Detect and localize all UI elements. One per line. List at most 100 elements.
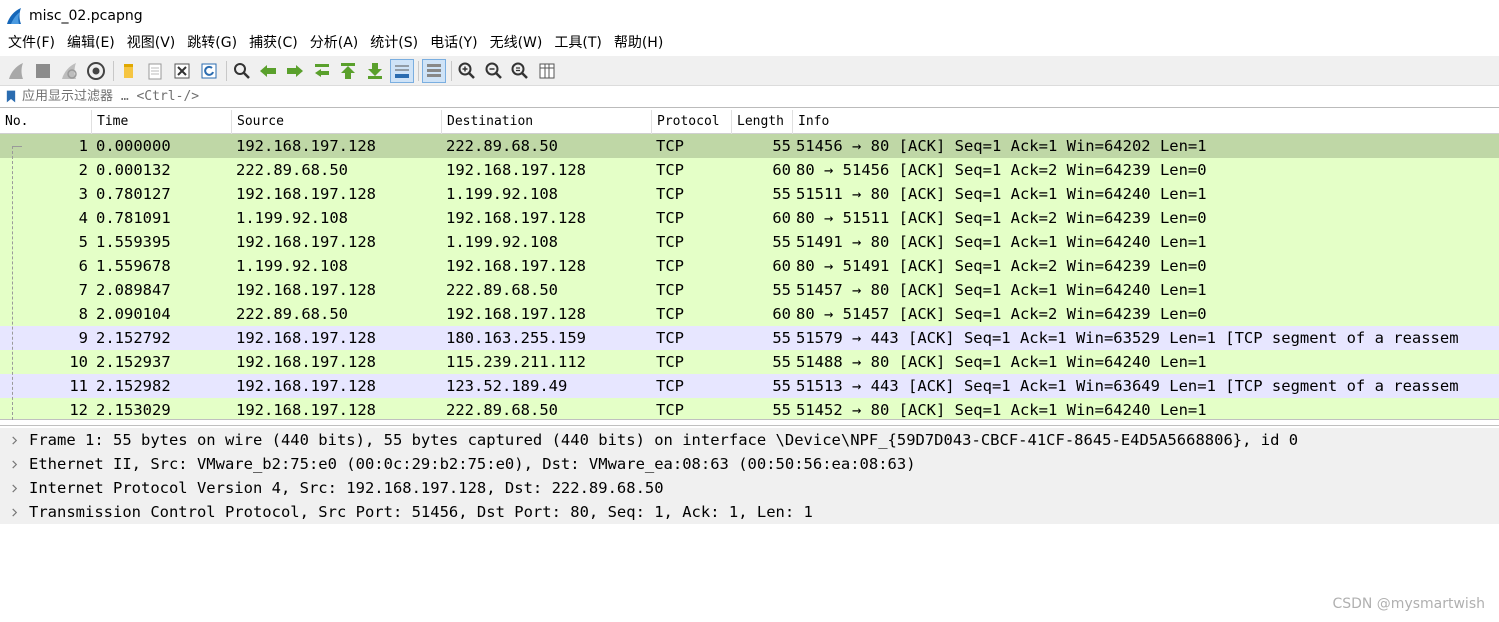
zoom-in-button[interactable]	[455, 59, 479, 83]
packet-row[interactable]: 1 0.000000 192.168.197.128 222.89.68.50 …	[0, 134, 1499, 158]
zoom-normal-button[interactable]	[508, 59, 532, 83]
toolbar-separator	[225, 60, 227, 81]
menu-edit[interactable]: 编辑(E)	[61, 32, 121, 54]
reload-file-button[interactable]	[197, 59, 221, 83]
packet-info: 51513 → 443 [ACK] Seq=1 Ack=1 Win=63649 …	[796, 377, 1459, 395]
packet-source: 1.199.92.108	[236, 209, 348, 227]
packet-destination: 180.163.255.159	[446, 329, 586, 347]
packet-destination: 192.168.197.128	[446, 257, 586, 275]
display-filter-input[interactable]	[22, 86, 1482, 107]
packet-destination: 192.168.197.128	[446, 209, 586, 227]
restart-capture-button[interactable]	[57, 59, 81, 83]
display-filter-bar	[0, 86, 1499, 108]
detail-row-tcp[interactable]: Transmission Control Protocol, Src Port:…	[0, 500, 1499, 524]
packet-row[interactable]: 4 0.781091 1.199.92.108 192.168.197.128 …	[0, 206, 1499, 230]
toolbar-separator	[418, 60, 420, 81]
packet-row[interactable]: 5 1.559395 192.168.197.128 1.199.92.108 …	[0, 230, 1499, 254]
packet-protocol: TCP	[656, 233, 684, 251]
autoscroll-button[interactable]	[389, 58, 414, 83]
find-packet-button[interactable]	[230, 59, 254, 83]
packet-row[interactable]: 7 2.089847 192.168.197.128 222.89.68.50 …	[0, 278, 1499, 302]
capture-options-button[interactable]	[84, 59, 108, 83]
packet-protocol: TCP	[656, 209, 684, 227]
column-header-no[interactable]: No.	[0, 110, 92, 134]
packet-time: 2.089847	[96, 281, 171, 299]
packet-row[interactable]: 6 1.559678 1.199.92.108 192.168.197.128 …	[0, 254, 1499, 278]
chevron-right-icon[interactable]	[7, 476, 21, 500]
packet-time: 0.000132	[96, 161, 171, 179]
packet-row[interactable]: 10 2.152937 192.168.197.128 115.239.211.…	[0, 350, 1499, 374]
packet-protocol: TCP	[656, 329, 684, 347]
packet-source: 192.168.197.128	[236, 185, 376, 203]
file-set-icon	[148, 63, 162, 79]
go-forward-button[interactable]	[283, 59, 307, 83]
menu-go[interactable]: 跳转(G)	[181, 32, 243, 54]
go-to-packet-icon	[314, 63, 329, 77]
menu-capture[interactable]: 捕获(C)	[243, 32, 304, 54]
packet-length: 55	[772, 401, 791, 419]
packet-source: 192.168.197.128	[236, 233, 376, 251]
packet-length: 55	[772, 233, 791, 251]
packet-time: 1.559678	[96, 257, 171, 275]
chevron-right-icon[interactable]	[7, 428, 21, 452]
column-header-protocol[interactable]: Protocol	[652, 110, 732, 134]
stop-capture-button[interactable]	[31, 59, 55, 83]
packet-info: 51457 → 80 [ACK] Seq=1 Ack=1 Win=64240 L…	[796, 281, 1207, 299]
shark-fin-start-icon	[9, 62, 23, 79]
close-file-button[interactable]	[170, 59, 194, 83]
packet-row[interactable]: 2 0.000132 222.89.68.50 192.168.197.128 …	[0, 158, 1499, 182]
go-back-button[interactable]	[256, 59, 280, 83]
packet-time: 2.152937	[96, 353, 171, 371]
column-header-time[interactable]: Time	[92, 110, 232, 134]
packet-source: 192.168.197.128	[236, 137, 376, 155]
zoom-out-button[interactable]	[482, 59, 506, 83]
column-header-source[interactable]: Source	[232, 110, 442, 134]
packet-no: 11	[69, 377, 88, 395]
menu-tools[interactable]: 工具(T)	[548, 32, 607, 54]
column-header-info[interactable]: Info	[793, 110, 1499, 134]
packet-row[interactable]: 8 2.090104 222.89.68.50 192.168.197.128 …	[0, 302, 1499, 326]
menu-telephony[interactable]: 电话(Y)	[424, 32, 483, 54]
last-packet-button[interactable]	[363, 59, 387, 83]
detail-row-ethernet[interactable]: Ethernet II, Src: VMware_b2:75:e0 (00:0c…	[0, 452, 1499, 476]
colorize-button[interactable]	[422, 58, 447, 83]
packet-protocol: TCP	[656, 137, 684, 155]
first-packet-button[interactable]	[336, 59, 360, 83]
file-set-button[interactable]	[143, 59, 167, 83]
packet-protocol: TCP	[656, 185, 684, 203]
reload-icon	[201, 63, 217, 78]
packet-row[interactable]: 12 2.153029 192.168.197.128 222.89.68.50…	[0, 398, 1499, 419]
zoom-out-icon	[485, 62, 502, 79]
column-header-destination[interactable]: Destination	[442, 110, 652, 134]
zoom-normal-icon	[511, 62, 529, 79]
start-capture-button[interactable]	[4, 59, 28, 83]
resize-columns-button[interactable]	[535, 59, 559, 83]
menu-wireless[interactable]: 无线(W)	[484, 32, 549, 54]
detail-row-ipv4[interactable]: Internet Protocol Version 4, Src: 192.16…	[0, 476, 1499, 500]
chevron-right-icon[interactable]	[7, 500, 21, 524]
menu-file[interactable]: 文件(F)	[2, 32, 61, 54]
packet-destination: 192.168.197.128	[446, 161, 586, 179]
menu-view[interactable]: 视图(V)	[121, 32, 182, 54]
packet-no: 8	[78, 305, 88, 323]
menu-statistics[interactable]: 统计(S)	[364, 32, 424, 54]
packet-source: 192.168.197.128	[236, 377, 376, 395]
open-file-button[interactable]	[117, 59, 141, 83]
packet-no: 6	[78, 257, 88, 275]
packet-row[interactable]: 3 0.780127 192.168.197.128 1.199.92.108 …	[0, 182, 1499, 206]
packet-info: 80 → 51457 [ACK] Seq=1 Ack=2 Win=64239 L…	[796, 305, 1207, 323]
packet-row[interactable]: 11 2.152982 192.168.197.128 123.52.189.4…	[0, 374, 1499, 398]
column-header-length[interactable]: Length	[732, 110, 793, 134]
detail-text: Internet Protocol Version 4, Src: 192.16…	[29, 479, 664, 497]
colorize-icon	[427, 63, 442, 77]
detail-row-frame[interactable]: Frame 1: 55 bytes on wire (440 bits), 55…	[0, 428, 1499, 452]
options-gear-icon	[87, 61, 106, 80]
packet-source: 192.168.197.128	[236, 329, 376, 347]
packet-row[interactable]: 9 2.152792 192.168.197.128 180.163.255.1…	[0, 326, 1499, 350]
menu-analyze[interactable]: 分析(A)	[304, 32, 365, 54]
resize-columns-icon	[539, 63, 555, 78]
chevron-right-icon[interactable]	[7, 452, 21, 476]
go-to-packet-button[interactable]	[310, 59, 334, 83]
filter-bookmark-icon[interactable]	[3, 88, 19, 106]
menu-help[interactable]: 帮助(H)	[608, 32, 669, 54]
